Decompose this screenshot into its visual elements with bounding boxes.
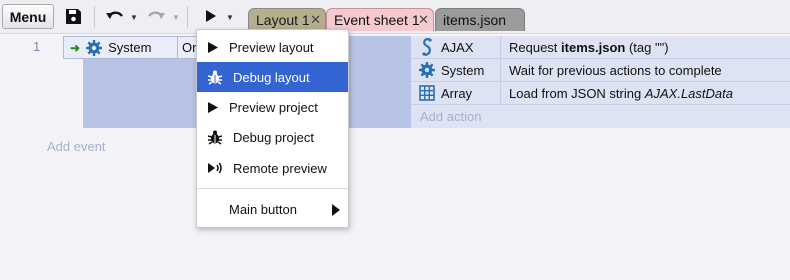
action-row[interactable]: System Wait for previous actions to comp… bbox=[411, 59, 790, 82]
submenu-arrow-icon bbox=[332, 204, 340, 219]
condition-object-name: System bbox=[108, 40, 152, 55]
action-object: AJAX bbox=[411, 36, 501, 58]
menu-item-label: Preview layout bbox=[229, 39, 314, 55]
action-row[interactable]: AJAX Request items.json (tag "") bbox=[411, 36, 790, 59]
tab-label: items.json bbox=[443, 12, 507, 28]
menu-item-label: Preview project bbox=[229, 99, 318, 115]
action-text: Request items.json (tag "") bbox=[501, 40, 669, 55]
menu-item-label: Debug layout bbox=[233, 69, 310, 85]
action-object: System bbox=[411, 59, 501, 81]
add-action-link[interactable]: Add action bbox=[420, 109, 481, 124]
add-event-link[interactable]: Add event bbox=[47, 139, 106, 154]
play-icon bbox=[207, 101, 219, 114]
action-object-name: AJAX bbox=[441, 39, 474, 55]
menu-divider bbox=[197, 188, 348, 189]
menu-button[interactable]: Menu bbox=[2, 4, 54, 29]
action-text-bold: items.json bbox=[561, 39, 626, 55]
trigger-arrow-icon: ➜ bbox=[70, 40, 81, 55]
toolbar-divider bbox=[187, 6, 188, 28]
menu-item-preview-project[interactable]: Preview project bbox=[197, 92, 348, 122]
gear-icon bbox=[419, 62, 435, 78]
action-text-suffix: (tag "") bbox=[625, 39, 669, 55]
toolbar-divider bbox=[94, 6, 95, 28]
action-text-expression: AJAX.LastData bbox=[644, 85, 733, 101]
menu-item-debug-project[interactable]: Debug project bbox=[197, 122, 348, 152]
redo-icon[interactable] bbox=[146, 8, 166, 24]
ajax-icon bbox=[419, 38, 435, 56]
menu-item-label: Remote preview bbox=[233, 160, 327, 176]
array-icon bbox=[419, 85, 435, 101]
bug-icon bbox=[207, 69, 223, 85]
menu-item-preview-layout[interactable]: Preview layout bbox=[197, 32, 348, 62]
play-dropdown-icon[interactable]: ▼ bbox=[226, 13, 234, 22]
close-icon[interactable]: ✕ bbox=[418, 12, 429, 28]
redo-dropdown-icon[interactable]: ▼ bbox=[172, 13, 180, 22]
action-row[interactable]: Array Load from JSON string AJAX.LastDat… bbox=[411, 82, 790, 105]
menu-item-label: Debug project bbox=[233, 129, 314, 145]
event-indent bbox=[63, 59, 83, 128]
tab-label: Event sheet 1 bbox=[334, 12, 420, 28]
menu-item-main-button[interactable]: Main button bbox=[197, 194, 348, 224]
preview-dropdown-menu: Preview layout Debug layout Preview proj… bbox=[196, 29, 349, 228]
tab-layout-1[interactable]: Layout 1 ✕ bbox=[248, 8, 326, 31]
save-icon[interactable] bbox=[65, 8, 82, 25]
action-object: Array bbox=[411, 82, 501, 104]
bug-icon bbox=[207, 129, 223, 145]
menu-item-remote-preview[interactable]: Remote preview bbox=[197, 153, 348, 183]
gear-icon bbox=[86, 39, 103, 56]
close-icon[interactable]: ✕ bbox=[310, 12, 321, 28]
menu-item-debug-layout[interactable]: Debug layout bbox=[197, 62, 348, 92]
play-icon[interactable] bbox=[205, 9, 217, 23]
undo-icon[interactable] bbox=[105, 8, 125, 24]
action-object-name: Array bbox=[441, 85, 473, 101]
undo-dropdown-icon[interactable]: ▼ bbox=[130, 13, 138, 22]
action-text: Load from JSON string AJAX.LastData bbox=[501, 86, 733, 101]
event-row-number: 1 bbox=[33, 39, 41, 54]
menu-item-label: Main button bbox=[229, 201, 297, 217]
tab-event-sheet-1[interactable]: Event sheet 1 ✕ bbox=[326, 8, 434, 31]
tab-items-json[interactable]: items.json bbox=[435, 8, 525, 31]
event-condition[interactable]: ➜ System bbox=[63, 36, 178, 59]
action-text: Wait for previous actions to complete bbox=[509, 62, 722, 78]
tab-label: Layout 1 bbox=[256, 12, 310, 28]
play-icon bbox=[207, 41, 219, 54]
remote-preview-icon bbox=[207, 161, 223, 175]
action-text-prefix: Request bbox=[509, 39, 562, 55]
action-object-name: System bbox=[441, 62, 485, 78]
action-text-prefix: Load from JSON string bbox=[509, 85, 645, 101]
